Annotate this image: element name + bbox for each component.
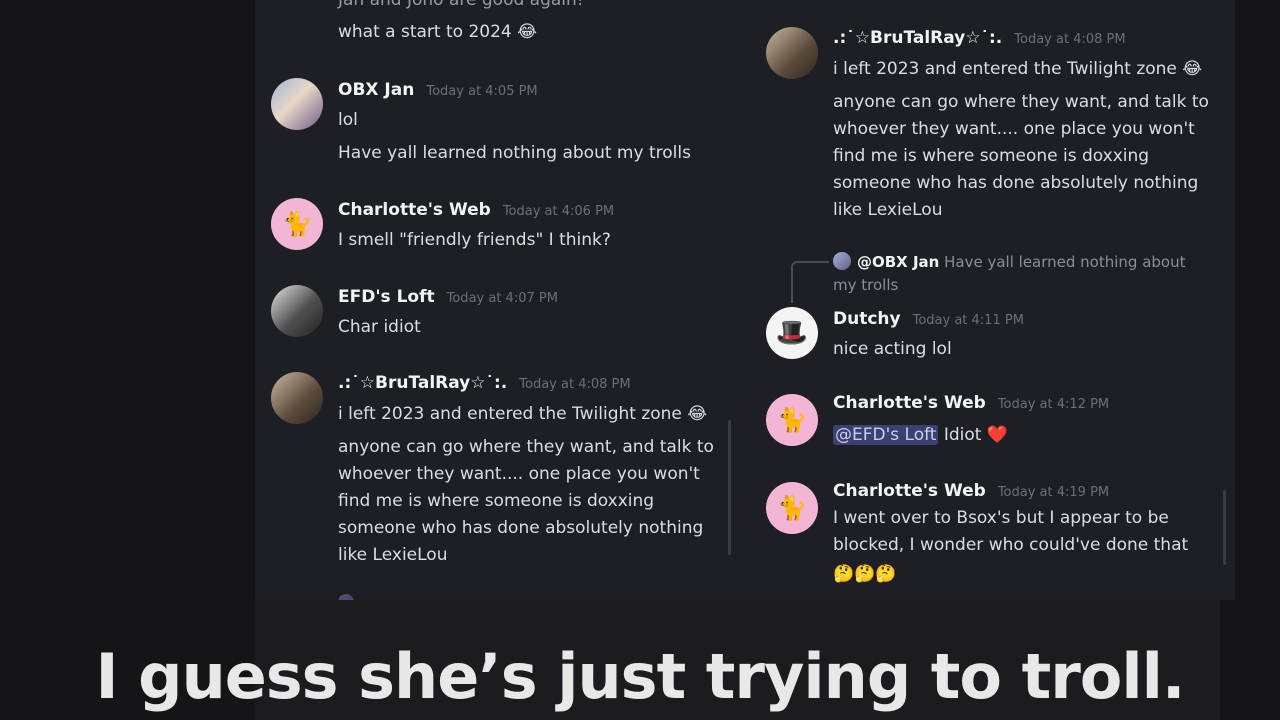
thinking-emoji: 🤔🤔🤔 xyxy=(833,564,897,584)
message-text: like LexieLou xyxy=(833,200,943,220)
timestamp: Today at 4:12 PM xyxy=(997,397,1110,412)
username[interactable]: OBX Jan xyxy=(338,80,414,100)
reply-text: my trolls xyxy=(833,276,899,294)
user-mention[interactable]: @EFD's Loft xyxy=(833,425,939,445)
avatar[interactable]: 🐈 xyxy=(766,482,818,534)
left-dark-margin xyxy=(0,0,255,720)
username[interactable]: .:˙☆BruTalRay☆˙:. xyxy=(833,28,1002,48)
avatar[interactable] xyxy=(271,78,323,130)
message-text: @EFD's Loft Idiot ❤️ xyxy=(833,425,1008,445)
cat-avatar-icon: 🐈 xyxy=(282,210,312,238)
message-text: I smell "friendly friends" I think? xyxy=(338,230,611,250)
reply-text: Have yall learned nothing about xyxy=(944,253,1186,271)
message-text: like LexieLou xyxy=(338,545,448,565)
avatar[interactable]: 🐈 xyxy=(766,394,818,446)
heart-emoji: ❤️ xyxy=(986,425,1009,445)
cat-avatar-icon: 🐈 xyxy=(777,406,807,434)
timestamp: Today at 4:19 PM xyxy=(997,485,1110,500)
message-text: find me is where someone is doxxing xyxy=(833,146,1150,166)
message-text: lol xyxy=(338,110,358,130)
username[interactable]: Dutchy xyxy=(833,309,901,329)
reply-preview[interactable]: @OBX Jan Have yall learned nothing about xyxy=(833,252,1186,271)
reply-avatar xyxy=(833,252,851,270)
username[interactable]: Charlotte's Web xyxy=(833,481,986,501)
message-text: blocked, I wonder who could've done that xyxy=(833,535,1189,555)
avatar[interactable]: 🎩 xyxy=(766,307,818,359)
message-text: whoever they want.... one place you won'… xyxy=(833,119,1195,139)
message-text: nice acting lol xyxy=(833,339,952,359)
username[interactable]: Charlotte's Web xyxy=(833,393,986,413)
username[interactable]: Charlotte's Web xyxy=(338,200,491,220)
message-text: i left 2023 and entered the Twilight zon… xyxy=(338,404,708,424)
username[interactable]: EFD's Loft xyxy=(338,287,435,307)
reply-username[interactable]: @OBX Jan xyxy=(857,253,939,271)
partial-message-line: Jan and Jono are good again! xyxy=(338,0,584,10)
hat-avatar-icon: 🎩 xyxy=(775,318,809,348)
video-caption: I guess she’s just trying to troll. xyxy=(95,640,1186,713)
message-text: Have yall learned nothing about my troll… xyxy=(338,143,691,163)
avatar[interactable] xyxy=(271,285,323,337)
scrollbar[interactable] xyxy=(1223,490,1226,565)
scrollbar[interactable] xyxy=(728,420,731,555)
username[interactable]: .:˙☆BruTalRay☆˙:. xyxy=(338,373,507,393)
avatar[interactable] xyxy=(766,27,818,79)
message-text: someone who has done absolutely nothing xyxy=(833,173,1199,193)
timestamp: Today at 4:07 PM xyxy=(446,291,558,306)
avatar[interactable]: 🐈 xyxy=(271,198,323,250)
message-text: i left 2023 and entered the Twilight zon… xyxy=(833,59,1203,79)
reply-spine xyxy=(791,261,829,303)
partial-message-line: what a start to 2024 😂 xyxy=(338,22,537,42)
chat-panel-left[interactable]: Jan and Jono are good again! what a star… xyxy=(255,0,745,600)
message-text: I went over to Bsox's but I appear to be xyxy=(833,508,1169,528)
timestamp: Today at 4:06 PM xyxy=(502,204,615,219)
message-text: Char idiot xyxy=(338,317,421,337)
timestamp: Today at 4:08 PM xyxy=(1014,32,1126,47)
message-text: anyone can go where they want, and talk … xyxy=(833,92,1209,112)
timestamp: Today at 4:11 PM xyxy=(912,313,1024,328)
message-text: someone who has done absolutely nothing xyxy=(338,518,704,538)
avatar xyxy=(338,594,354,600)
avatar[interactable] xyxy=(271,372,323,424)
timestamp: Today at 4:05 PM xyxy=(426,84,538,99)
message-text: anyone can go where they want, and talk … xyxy=(338,437,714,457)
message-text: whoever they want.... one place you won'… xyxy=(338,464,700,484)
chat-panel-right[interactable]: .:˙☆BruTalRay☆˙:. Today at 4:08 PM i lef… xyxy=(745,0,1235,600)
message-text: find me is where someone is doxxing xyxy=(338,491,655,511)
message-text: Idiot xyxy=(938,425,987,445)
timestamp: Today at 4:08 PM xyxy=(519,377,631,392)
cat-avatar-icon: 🐈 xyxy=(777,494,807,522)
